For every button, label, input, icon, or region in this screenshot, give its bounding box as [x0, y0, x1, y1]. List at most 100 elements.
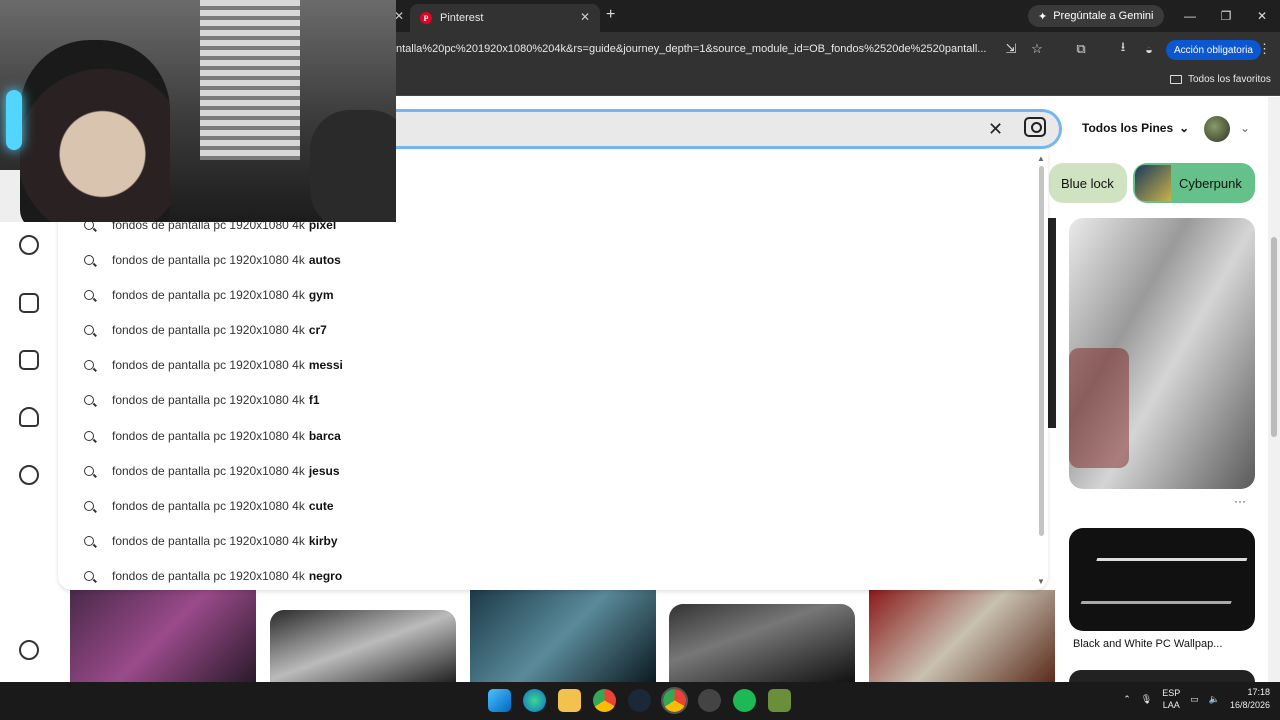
action-required-button[interactable]: Acción obligatoria [1166, 40, 1261, 60]
windows-start-icon[interactable] [488, 689, 511, 712]
settings-gear-icon[interactable] [19, 640, 39, 660]
pin-image[interactable] [1048, 218, 1056, 428]
pin-title[interactable]: Black and White PC Wallpap... [1073, 638, 1222, 650]
extensions-icon[interactable]: ⧉ [1072, 40, 1090, 58]
minimize-icon[interactable]: — [1172, 0, 1208, 32]
scrollbar-thumb[interactable] [1271, 237, 1277, 437]
profile-icon[interactable]: ◒ [1140, 40, 1158, 58]
suggestion-item[interactable]: fondos de pantalla pc 1920x1080 4k messi [84, 355, 343, 375]
language-indicator[interactable]: ESP LAA [1162, 687, 1180, 711]
clear-search-icon[interactable]: ✕ [988, 119, 1003, 140]
gemini-icon: ✦ [1038, 10, 1048, 23]
pin-image[interactable] [270, 610, 456, 682]
suggestions-scrollbar[interactable]: ▲ ▼ [1037, 154, 1046, 586]
all-pins-dropdown[interactable]: Todos los Pines ⌄ [1082, 121, 1189, 135]
pin-image[interactable] [1069, 528, 1255, 631]
chip-blue-lock[interactable]: Blue lock [1049, 163, 1127, 203]
steam-icon[interactable] [628, 689, 651, 712]
suggestion-prefix: fondos de pantalla pc 1920x1080 4k [112, 358, 305, 372]
search-icon [84, 536, 94, 546]
suggestion-item[interactable]: fondos de pantalla pc 1920x1080 4k gym [84, 285, 334, 305]
suggestion-suffix: cute [308, 499, 334, 513]
keyboard-layout: LAA [1162, 700, 1180, 710]
screen: ✕ P Pinterest ✕ + ✦ Pregúntale a Gemini … [0, 0, 1280, 720]
chevron-up-icon[interactable]: ⌃ [1123, 694, 1131, 705]
webcam-overlay [0, 0, 396, 222]
tab-close-icon[interactable]: ✕ [580, 10, 590, 24]
suggestion-prefix: fondos de pantalla pc 1920x1080 4k [112, 288, 305, 302]
spotify-icon[interactable] [733, 689, 756, 712]
volume-icon[interactable]: 🔈 [1209, 694, 1220, 705]
explore-icon[interactable] [19, 235, 39, 255]
app-icon[interactable] [698, 689, 721, 712]
maximize-icon[interactable]: ❐ [1208, 0, 1244, 32]
chrome-icon[interactable] [593, 689, 616, 712]
suggestion-item[interactable]: fondos de pantalla pc 1920x1080 4k autos [84, 250, 341, 270]
pin-image[interactable] [869, 590, 1055, 682]
window-blind [200, 0, 300, 160]
chip-thumbnail [1135, 165, 1171, 201]
edge-icon[interactable] [523, 689, 546, 712]
tab-pinterest[interactable]: P Pinterest ✕ [410, 4, 600, 32]
boards-icon[interactable] [19, 293, 39, 313]
suggestion-item[interactable]: fondos de pantalla pc 1920x1080 4k negro [84, 566, 342, 586]
url-field[interactable]: ntalla%20pc%201920x1080%204k&rs=guide&jo… [396, 43, 996, 55]
suggestion-suffix: gym [308, 288, 334, 302]
taskbar-apps [488, 687, 791, 714]
more-menu-icon[interactable]: ⋮ [1258, 41, 1271, 57]
network-icon[interactable]: ▭ [1190, 694, 1199, 705]
pin-image[interactable] [669, 604, 855, 682]
scroll-down-icon[interactable]: ▼ [1037, 577, 1045, 586]
create-icon[interactable] [19, 350, 39, 370]
microphone-icon[interactable]: 🎙 [1141, 694, 1152, 705]
suggestion-item[interactable]: fondos de pantalla pc 1920x1080 4k barca [84, 426, 341, 446]
window-close-icon[interactable]: ✕ [1244, 0, 1280, 32]
bookmark-star-icon[interactable]: ☆ [1028, 40, 1046, 58]
scrollbar-thumb[interactable] [1039, 166, 1044, 536]
pin-image[interactable] [1069, 218, 1255, 489]
more-options-icon[interactable]: ··· [1234, 494, 1246, 508]
window-controls: — ❐ ✕ [1172, 0, 1280, 32]
chip-cyberpunk[interactable]: Cyberpunk [1133, 163, 1255, 203]
suggestion-item[interactable]: fondos de pantalla pc 1920x1080 4k kirby [84, 531, 338, 551]
file-explorer-icon[interactable] [558, 689, 581, 712]
suggestion-suffix: jesus [308, 464, 340, 478]
messages-icon[interactable] [19, 465, 39, 485]
pin-image[interactable] [70, 590, 256, 682]
page-scrollbar[interactable] [1268, 97, 1280, 682]
search-icon [84, 360, 94, 370]
gemini-button[interactable]: ✦ Pregúntale a Gemini [1028, 5, 1164, 27]
pin-image[interactable] [470, 590, 656, 682]
avatar[interactable] [1204, 116, 1230, 142]
notifications-icon[interactable] [19, 407, 39, 427]
scroll-up-icon[interactable]: ▲ [1037, 154, 1045, 163]
new-tab-icon[interactable]: + [606, 6, 615, 24]
search-icon [84, 395, 94, 405]
chevron-down-icon[interactable]: ⌄ [1240, 121, 1250, 135]
webcam-person [20, 40, 170, 222]
suggestion-item[interactable]: fondos de pantalla pc 1920x1080 4k cr7 [84, 320, 327, 340]
download-icon[interactable]: ⭳ [1114, 39, 1132, 58]
headset-light [6, 90, 22, 150]
camera-search-icon[interactable] [1024, 117, 1046, 137]
suggestion-item[interactable]: fondos de pantalla pc 1920x1080 4k cute [84, 496, 334, 516]
chevron-down-icon: ⌄ [1179, 121, 1190, 135]
all-favorites[interactable]: Todos los favoritos [1170, 74, 1271, 85]
suggestion-prefix: fondos de pantalla pc 1920x1080 4k [112, 499, 305, 513]
search-input[interactable] [396, 109, 1062, 149]
minecraft-icon[interactable] [768, 689, 791, 712]
clock-date: 16/8/2026 [1229, 700, 1270, 710]
all-favorites-label: Todos los favoritos [1188, 74, 1271, 85]
pin-image[interactable] [1069, 670, 1255, 682]
clock[interactable]: 17:18 16/8/2026 [1230, 686, 1270, 712]
suggestion-item[interactable]: fondos de pantalla pc 1920x1080 4k f1 [84, 390, 320, 410]
chip-label: Blue lock [1061, 175, 1114, 191]
chrome-active-icon[interactable] [661, 687, 688, 714]
suggestion-suffix: cr7 [308, 323, 327, 337]
taskbar: ⌃ 🎙 ESP LAA ▭ 🔈 17:18 16/8/2026 [0, 682, 1280, 720]
suggestion-prefix: fondos de pantalla pc 1920x1080 4k [112, 534, 305, 548]
search-icon [84, 571, 94, 581]
webcam-arm [310, 110, 396, 222]
install-app-icon[interactable]: ⇲ [1002, 40, 1020, 58]
suggestion-item[interactable]: fondos de pantalla pc 1920x1080 4k jesus [84, 461, 340, 481]
